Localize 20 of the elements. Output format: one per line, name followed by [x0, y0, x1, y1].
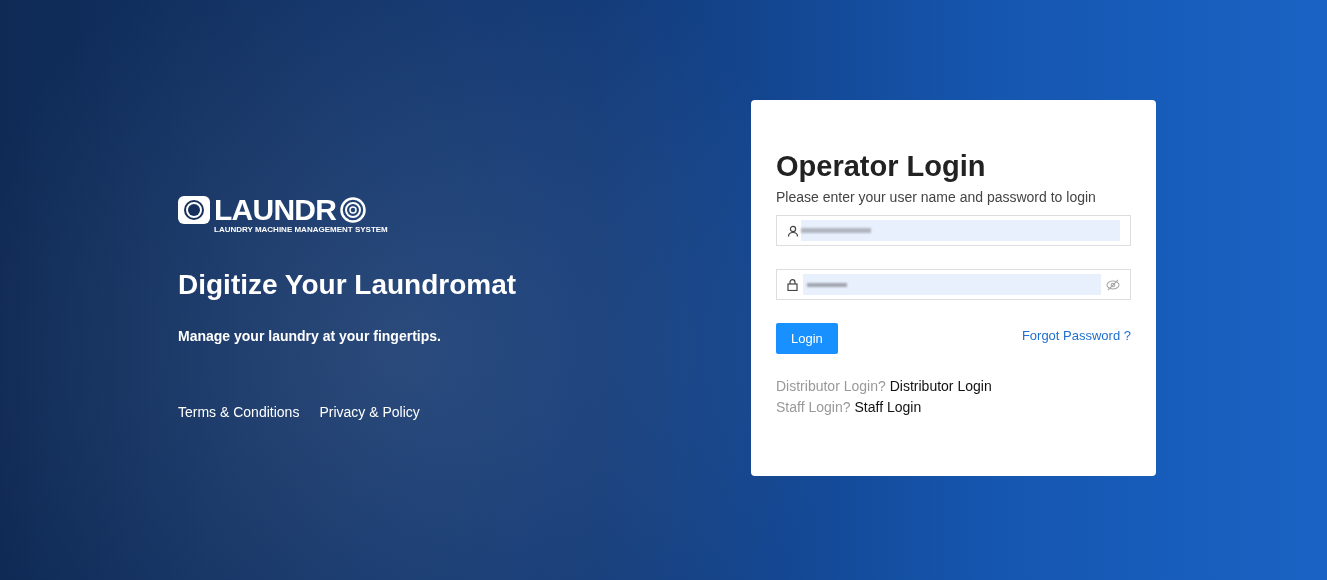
headline: Digitize Your Laundromat [178, 268, 518, 302]
logo-wordmark: LAUNDR [214, 195, 337, 225]
username-field[interactable] [776, 215, 1131, 246]
login-title: Operator Login [776, 152, 987, 181]
forgot-password-link[interactable]: Forgot Password ? [1021, 326, 1131, 346]
footer-link[interactable]: Terms & Conditions [178, 402, 300, 423]
alternate-login-link[interactable]: Distributor Login [889, 377, 992, 396]
eye-slash-icon[interactable] [1106, 278, 1120, 291]
login-subtitle: Please enter your user name and password to login [776, 188, 1097, 207]
footer-link[interactable]: Privacy & Policy [319, 402, 420, 423]
lock-icon [787, 278, 798, 291]
login-prompt: Staff Login? [776, 398, 851, 417]
ring-icon [340, 197, 367, 223]
password-field[interactable] [776, 269, 1131, 300]
logo-subtitle: LAUNDRY MACHINE MANAGEMENT SYSTEM [214, 226, 388, 234]
user-icon [787, 224, 799, 237]
logo-badge-icon [178, 196, 210, 224]
alternate-login-link[interactable]: Staff Login [854, 398, 922, 417]
login-prompt: Distributor Login? [776, 377, 886, 396]
tagline: Manage your laundry at your fingertips. [178, 327, 442, 346]
